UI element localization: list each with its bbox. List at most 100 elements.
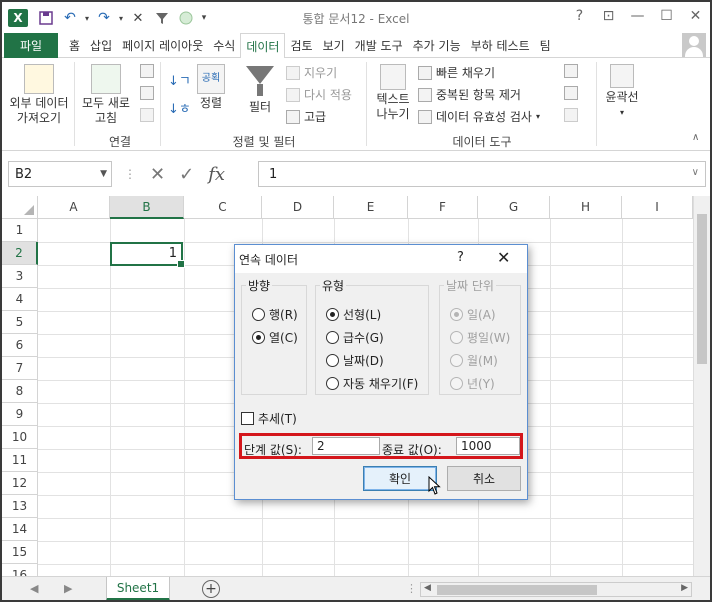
direction-row-radio[interactable]: 행(R) bbox=[252, 306, 298, 323]
tab-formulas[interactable]: 수식 bbox=[208, 33, 240, 58]
date-unit-month-radio[interactable]: 월(M) bbox=[450, 352, 498, 369]
type-linear-radio[interactable]: 선형(L) bbox=[326, 306, 381, 323]
type-autofill-radio[interactable]: 자동 채우기(F) bbox=[326, 375, 418, 392]
relationships-icon[interactable] bbox=[564, 108, 578, 122]
name-box[interactable]: B2 ▼ bbox=[8, 161, 112, 187]
refresh-all-button[interactable]: 모두 새로 고침 bbox=[78, 64, 134, 126]
tab-add-ins[interactable]: 추가 기능 bbox=[408, 33, 466, 58]
flash-fill-button[interactable]: 빠른 채우기 bbox=[418, 64, 495, 81]
edit-links-icon[interactable] bbox=[140, 108, 154, 122]
scroll-left-icon[interactable]: ◀ bbox=[424, 583, 431, 593]
direction-column-radio[interactable]: 열(C) bbox=[252, 329, 298, 346]
tab-view[interactable]: 보기 bbox=[318, 33, 350, 58]
window-close-icon[interactable]: ✕ bbox=[681, 2, 710, 30]
confirm-entry-icon[interactable]: ✓ bbox=[179, 164, 194, 185]
chevron-down-icon[interactable]: ▼ bbox=[100, 169, 107, 179]
cancel-entry-icon[interactable]: ✕ bbox=[150, 164, 165, 185]
drag-handle-icon[interactable]: ⋮ bbox=[124, 167, 136, 181]
scroll-right-icon[interactable]: ▶ bbox=[681, 583, 688, 593]
column-header[interactable]: H bbox=[550, 196, 622, 219]
vertical-scrollbar[interactable] bbox=[693, 196, 710, 576]
column-header[interactable]: E bbox=[334, 196, 408, 219]
advanced-button[interactable]: 고급 bbox=[286, 108, 326, 125]
tab-insert[interactable]: 삽입 bbox=[85, 33, 117, 58]
column-header[interactable]: C bbox=[184, 196, 262, 219]
next-sheet-icon[interactable]: ▶ bbox=[64, 582, 72, 595]
column-header[interactable]: G bbox=[478, 196, 550, 219]
dialog-help-icon[interactable]: ? bbox=[457, 250, 464, 265]
date-unit-weekday-radio[interactable]: 평일(W) bbox=[450, 329, 510, 346]
collapse-ribbon-icon[interactable]: ∧ bbox=[692, 132, 699, 143]
type-growth-radio[interactable]: 급수(G) bbox=[326, 329, 384, 346]
add-sheet-icon[interactable]: + bbox=[202, 580, 220, 598]
row-header[interactable]: 11 bbox=[2, 449, 38, 472]
formula-input[interactable]: 1 ∨ bbox=[258, 161, 706, 187]
date-unit-year-radio[interactable]: 년(Y) bbox=[450, 375, 495, 392]
tab-data[interactable]: 데이터 bbox=[240, 33, 286, 59]
row-header[interactable]: 13 bbox=[2, 495, 38, 518]
sort-ascending-icon[interactable]: ↓ㄱ bbox=[168, 70, 191, 89]
cancel-button[interactable]: 취소 bbox=[447, 466, 521, 491]
get-external-data-button[interactable]: 외부 데이터 가져오기 bbox=[6, 64, 72, 126]
consolidate-icon[interactable] bbox=[564, 64, 578, 78]
step-value-input[interactable]: 2 bbox=[312, 437, 380, 455]
prev-sheet-icon[interactable]: ◀ bbox=[30, 582, 38, 595]
horizontal-scroll-thumb[interactable] bbox=[437, 585, 597, 595]
row-header[interactable]: 3 bbox=[2, 265, 38, 288]
tab-home[interactable]: 홈 bbox=[64, 33, 85, 58]
sort-button[interactable]: 공획 정렬 bbox=[194, 64, 228, 111]
tab-load-test[interactable]: 부하 테스트 bbox=[466, 33, 535, 58]
tab-team[interactable]: 팀 bbox=[535, 33, 556, 58]
tab-developer[interactable]: 개발 도구 bbox=[350, 33, 408, 58]
filter-button[interactable]: 필터 bbox=[242, 64, 278, 115]
outline-button[interactable]: 윤곽선 ▾ bbox=[600, 64, 644, 120]
column-header[interactable]: D bbox=[262, 196, 334, 219]
sheet-tab-sheet1[interactable]: Sheet1 bbox=[106, 577, 170, 600]
ribbon-display-icon[interactable]: ⊡ bbox=[594, 2, 623, 30]
select-all-corner[interactable] bbox=[2, 196, 38, 219]
row-header[interactable]: 6 bbox=[2, 334, 38, 357]
date-unit-day-radio[interactable]: 일(A) bbox=[450, 306, 496, 323]
row-header[interactable]: 10 bbox=[2, 426, 38, 449]
sort-descending-icon[interactable]: ↓ㅎ bbox=[168, 98, 191, 117]
column-header[interactable]: F bbox=[408, 196, 478, 219]
text-to-columns-button[interactable]: 텍스트 나누기 bbox=[370, 64, 416, 122]
what-if-icon[interactable] bbox=[564, 86, 578, 100]
clear-button[interactable]: 지우기 bbox=[286, 64, 337, 81]
ok-button[interactable]: 확인 bbox=[363, 466, 437, 491]
row-header[interactable]: 15 bbox=[2, 541, 38, 564]
type-date-radio[interactable]: 날짜(D) bbox=[326, 352, 384, 369]
tab-split-icon[interactable]: ⋮ bbox=[406, 582, 417, 595]
row-header[interactable]: 4 bbox=[2, 288, 38, 311]
row-header[interactable]: 5 bbox=[2, 311, 38, 334]
properties-icon[interactable] bbox=[140, 86, 154, 100]
row-header[interactable]: 8 bbox=[2, 380, 38, 403]
minimize-icon[interactable]: — bbox=[623, 2, 652, 30]
remove-duplicates-button[interactable]: 중복된 항목 제거 bbox=[418, 86, 521, 103]
row-header[interactable]: 16 bbox=[2, 564, 38, 576]
row-header[interactable]: 2 bbox=[2, 242, 38, 265]
connections-icon[interactable] bbox=[140, 64, 154, 78]
horizontal-scrollbar[interactable]: ◀ ▶ bbox=[420, 582, 692, 597]
column-header[interactable]: B bbox=[110, 196, 184, 219]
row-header[interactable]: 9 bbox=[2, 403, 38, 426]
tab-page-layout[interactable]: 페이지 레이아웃 bbox=[117, 33, 208, 58]
column-header[interactable]: A bbox=[38, 196, 110, 219]
vertical-scroll-thumb[interactable] bbox=[697, 214, 707, 364]
row-header[interactable]: 12 bbox=[2, 472, 38, 495]
insert-function-icon[interactable]: fx bbox=[208, 164, 225, 185]
trend-checkbox[interactable]: 추세(T) bbox=[241, 410, 297, 427]
data-validation-button[interactable]: 데이터 유효성 검사 ▾ bbox=[418, 108, 540, 125]
expand-formula-icon[interactable]: ∨ bbox=[692, 167, 699, 178]
maximize-icon[interactable]: ☐ bbox=[652, 2, 681, 30]
reapply-button[interactable]: 다시 적용 bbox=[286, 86, 352, 103]
column-header[interactable]: I bbox=[622, 196, 693, 219]
user-avatar[interactable] bbox=[682, 33, 706, 57]
tab-file[interactable]: 파일 bbox=[4, 33, 58, 58]
active-cell-b2[interactable]: 1 bbox=[110, 242, 185, 268]
row-header[interactable]: 1 bbox=[2, 219, 38, 242]
tab-review[interactable]: 검토 bbox=[285, 33, 317, 58]
row-header[interactable]: 7 bbox=[2, 357, 38, 380]
help-icon[interactable]: ? bbox=[565, 2, 594, 30]
row-header[interactable]: 14 bbox=[2, 518, 38, 541]
